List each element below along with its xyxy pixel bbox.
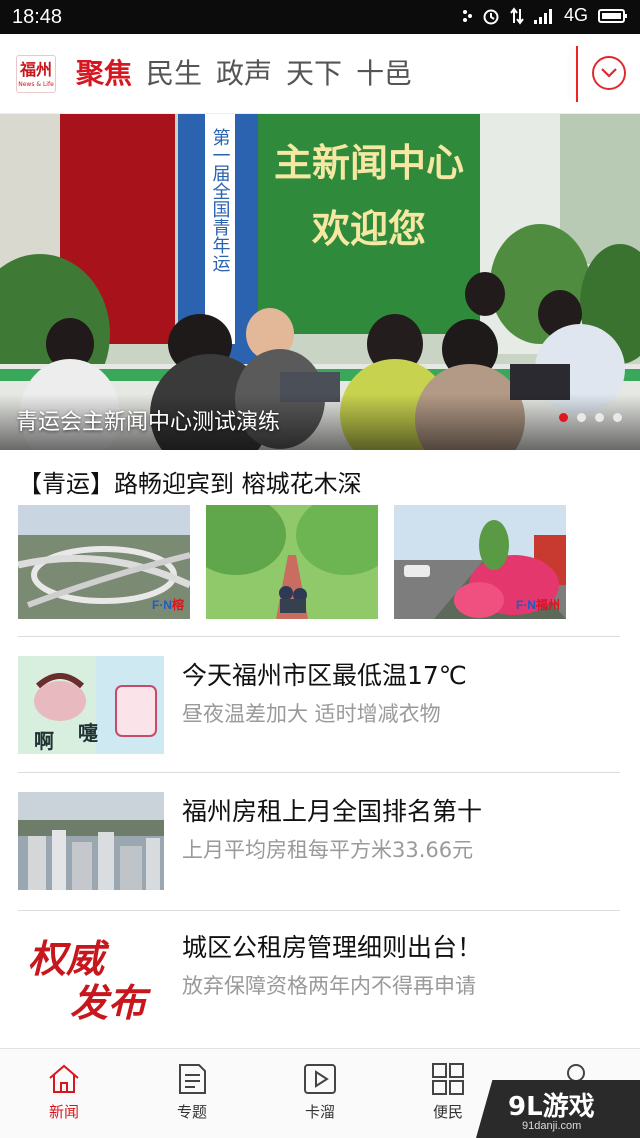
- channel-header: 福州 News & Life 聚焦 民生 政声 天下 十邑: [0, 34, 640, 114]
- feature-thumbnails: F·N榕 F·N福州: [18, 505, 566, 619]
- tab-focus[interactable]: 聚焦: [76, 54, 132, 94]
- news-subtitle: 放弃保障资格两年内不得再申请: [182, 974, 476, 998]
- sneeze-text-2: 嚏: [78, 721, 98, 745]
- news-thumbnail: [18, 792, 164, 890]
- nav-topics[interactable]: 专题: [128, 1049, 256, 1138]
- feature-thumbnail[interactable]: F·N福州: [394, 505, 566, 619]
- sneeze-text-1: 啊: [34, 729, 54, 753]
- news-title: 今天福州市区最低温17℃: [182, 661, 467, 690]
- tab-world[interactable]: 天下: [286, 54, 342, 94]
- news-subtitle: 上月平均房租每平方米33.66元: [182, 838, 474, 862]
- tab-divider: [576, 46, 578, 102]
- nav-label: 卡溜: [304, 1103, 335, 1121]
- news-item[interactable]: 福州房租上月全国排名第十 上月平均房租每平方米33.66元: [18, 792, 622, 892]
- alarm-icon: [483, 9, 499, 24]
- news-title: 城区公租房管理细则出台！: [182, 933, 483, 962]
- app-logo: 福州 News & Life: [16, 55, 56, 93]
- carousel-dot: [595, 413, 604, 422]
- tab-ten-counties[interactable]: 十邑: [356, 54, 412, 94]
- banner-caption: 青运会主新闻中心测试演练: [16, 410, 281, 435]
- logo-text: 福州: [19, 60, 52, 79]
- data-arrows-icon: [510, 6, 524, 25]
- news-title: 福州房租上月全国排名第十: [182, 797, 483, 826]
- authority-release-graphic: 权威 发布: [18, 928, 164, 1026]
- video-play-icon: [304, 1064, 336, 1094]
- status-bar: 18:48 4G: [0, 0, 640, 34]
- greenway-photo: [206, 505, 378, 619]
- carousel-indicator: [559, 413, 622, 422]
- site-watermark: 9L游戏 91danji.com: [476, 1080, 640, 1138]
- news-subtitle: 昼夜温差加大 适时增减衣物: [182, 702, 441, 726]
- carousel-dot: [577, 413, 586, 422]
- tab-livelihood[interactable]: 民生: [146, 54, 202, 94]
- nav-news[interactable]: 新闻: [0, 1049, 128, 1138]
- authority-text: 权威: [28, 936, 110, 981]
- nav-label: 新闻: [48, 1103, 79, 1121]
- banner-side-text: 第一届全国青年运: [210, 128, 231, 272]
- carousel-dot: [613, 413, 622, 422]
- city-skyline-photo: [18, 792, 164, 890]
- news-thumbnail: 啊 嚏: [18, 656, 164, 754]
- network-type: 4G: [563, 5, 588, 25]
- release-text: 发布: [70, 980, 152, 1025]
- watermark-main: 9L游戏: [508, 1092, 595, 1122]
- feature-news-title[interactable]: 【青运】路畅迎宾到 榕城花木深: [18, 464, 362, 499]
- home-icon: [49, 1064, 79, 1093]
- banner-sign-line1: 主新闻中心: [274, 141, 464, 185]
- divider: [18, 910, 620, 911]
- notification-icon: [462, 9, 472, 22]
- grid-icon: [432, 1063, 464, 1095]
- status-time: 18:48: [12, 6, 63, 28]
- nav-video[interactable]: 卡溜: [256, 1049, 384, 1138]
- status-icons: 4G: [462, 5, 628, 26]
- thumbnail-watermark: F·N榕: [151, 598, 184, 612]
- nav-label: 专题: [176, 1103, 207, 1121]
- expand-channels-button[interactable]: [592, 56, 626, 90]
- sneeze-illustration: 啊 嚏: [18, 656, 164, 754]
- watermark-sub: 91danji.com: [522, 1120, 582, 1132]
- divider: [18, 772, 620, 773]
- news-thumbnail: 权威 发布: [18, 928, 164, 1026]
- tab-politics[interactable]: 政声: [216, 54, 272, 94]
- document-icon: [179, 1064, 206, 1094]
- battery-icon: [598, 8, 627, 23]
- banner-carousel[interactable]: 第一届全国青年运 主新闻中心 欢迎您: [0, 114, 640, 450]
- logo-subtext: News & Life: [18, 81, 54, 88]
- feature-thumbnail[interactable]: [206, 505, 378, 619]
- channel-tabs: 聚焦 民生 政声 天下 十邑: [76, 54, 412, 94]
- feature-thumbnail[interactable]: F·N榕: [18, 505, 190, 619]
- chevron-down-icon: [601, 68, 617, 78]
- divider: [18, 636, 620, 637]
- banner-sign-line2: 欢迎您: [311, 207, 426, 251]
- carousel-dot: [559, 413, 568, 422]
- news-item[interactable]: 权威 发布 城区公租房管理细则出台！ 放弃保障资格两年内不得再申请: [18, 928, 622, 1028]
- news-item[interactable]: 啊 嚏 今天福州市区最低温17℃ 昼夜温差加大 适时增减衣物: [18, 656, 622, 756]
- signal-icon: [533, 8, 552, 24]
- thumbnail-watermark: F·N福州: [515, 598, 560, 612]
